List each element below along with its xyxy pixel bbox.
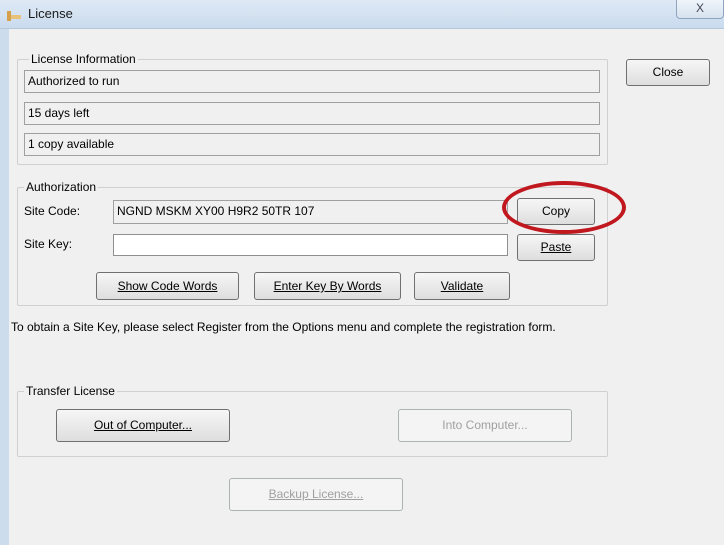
window-close-button[interactable]: X bbox=[676, 0, 724, 19]
highlight-annotation bbox=[502, 181, 626, 234]
registration-instructions: To obtain a Site Key, please select Regi… bbox=[11, 320, 556, 334]
title-bar: License X bbox=[0, 0, 724, 29]
days-left-field: 15 days left bbox=[24, 102, 600, 125]
out-of-computer-label: Out of Computer... bbox=[93, 418, 193, 432]
backup-license-button[interactable]: Backup License... bbox=[229, 478, 403, 511]
paste-button-label: Paste bbox=[540, 240, 572, 254]
license-information-label: License Information bbox=[29, 52, 138, 66]
transfer-license-label: Transfer License bbox=[24, 384, 117, 398]
license-dialog: License X License Information Authorized… bbox=[0, 0, 724, 545]
backup-license-label: Backup License... bbox=[268, 487, 364, 501]
site-key-input[interactable] bbox=[113, 234, 508, 256]
out-of-computer-button[interactable]: Out of Computer... bbox=[56, 409, 230, 442]
validate-button[interactable]: Validate bbox=[414, 272, 510, 300]
site-code-field: NGND MSKM XY00 H9R2 50TR 107 bbox=[113, 200, 508, 224]
license-status-field: Authorized to run bbox=[24, 70, 600, 93]
show-code-words-label: Show Code Words bbox=[117, 279, 218, 293]
enter-key-by-words-button[interactable]: Enter Key By Words bbox=[254, 272, 401, 300]
close-icon: X bbox=[695, 1, 704, 15]
app-icon bbox=[7, 11, 21, 21]
into-computer-label: Into Computer... bbox=[442, 418, 528, 432]
copies-available-field: 1 copy available bbox=[24, 133, 600, 156]
close-button-label: Close bbox=[652, 65, 684, 79]
enter-key-by-words-label: Enter Key By Words bbox=[273, 279, 382, 293]
show-code-words-button[interactable]: Show Code Words bbox=[96, 272, 239, 300]
validate-label: Validate bbox=[440, 279, 484, 293]
paste-button[interactable]: Paste bbox=[517, 234, 595, 261]
close-button[interactable]: Close bbox=[626, 59, 710, 86]
window-title: License bbox=[28, 6, 73, 21]
into-computer-button[interactable]: Into Computer... bbox=[398, 409, 572, 442]
site-code-label: Site Code: bbox=[24, 204, 81, 218]
site-key-label: Site Key: bbox=[24, 237, 73, 251]
authorization-label: Authorization bbox=[24, 180, 99, 194]
window-frame-edge bbox=[0, 29, 9, 545]
